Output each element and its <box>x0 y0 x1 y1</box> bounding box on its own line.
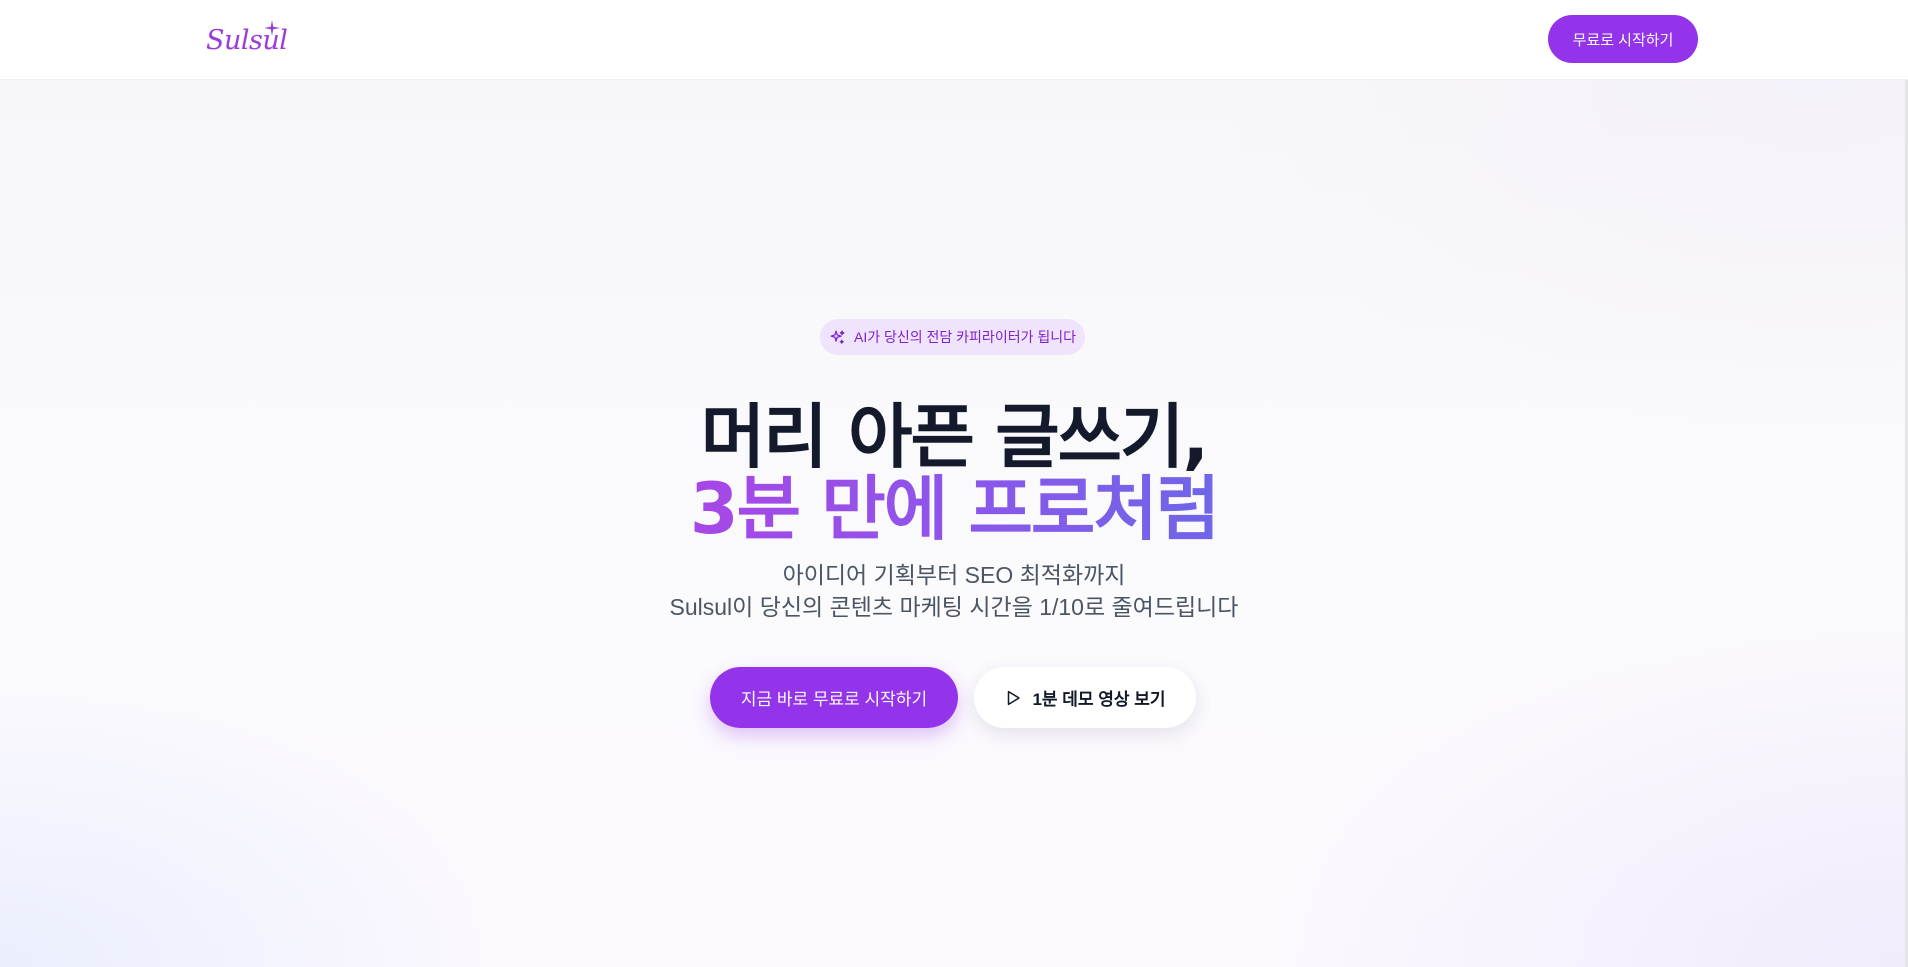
start-free-now-button[interactable]: 지금 바로 무료로 시작하기 <box>710 667 958 728</box>
watch-demo-label: 1분 데모 영상 보기 <box>1032 690 1166 709</box>
header-start-free-button[interactable]: 무료로 시작하기 <box>1548 15 1698 63</box>
ai-copywriter-badge: AI가 당신의 전담 카피라이터가 됩니다 <box>820 319 1085 355</box>
logo-sparkle-icon <box>264 20 280 36</box>
hero-subtitle-line-1: 아이디어 기획부터 SEO 최적화까지 <box>782 562 1126 588</box>
watch-demo-button[interactable]: 1분 데모 영상 보기 <box>974 667 1196 728</box>
badge-text: AI가 당신의 전담 카피라이터가 됩니다 <box>854 329 1076 345</box>
play-icon <box>1008 690 1021 705</box>
hero-subtitle-line-2: Sulsul이 당신의 콘텐츠 마케팅 시간을 1/10로 줄여드립니다 <box>669 594 1239 620</box>
hero-title-gradient-text: 3분 만에 프로처럼 <box>689 468 1220 550</box>
sparkles-icon <box>830 329 845 344</box>
hero-title-line-2: 3분 만에 프로처럼 <box>0 453 1908 554</box>
site-header: Sulsul 무료로 시작하기 <box>0 0 1908 80</box>
logo[interactable]: Sulsul <box>206 20 288 60</box>
